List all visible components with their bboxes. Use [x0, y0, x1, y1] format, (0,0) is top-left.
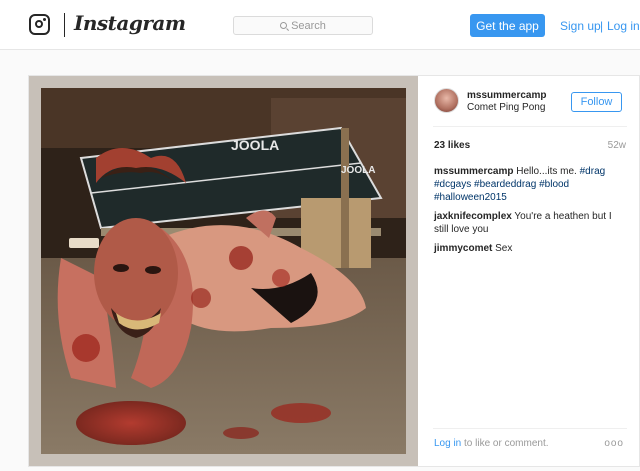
hashtag-link[interactable]: #drag: [580, 166, 606, 177]
hashtag-link[interactable]: #dcgays: [434, 179, 471, 190]
photo-illustration: JOOLA JOOLA: [41, 88, 406, 454]
instagram-camera-icon[interactable]: [29, 14, 50, 35]
comment-text: Sex: [495, 243, 513, 254]
caption-username[interactable]: mssummercamp: [434, 166, 513, 177]
follow-button[interactable]: Follow: [571, 92, 622, 112]
likes-count[interactable]: 23 likes: [434, 140, 470, 151]
post-sidebar: mssummercamp Comet Ping Pong Follow 23 l…: [419, 76, 640, 466]
joola-logo: JOOLA: [231, 137, 279, 153]
search-placeholder: Search: [291, 19, 326, 32]
comment: jimmycomet Sex: [434, 242, 626, 255]
caption-text: Hello...its me.: [516, 166, 577, 177]
post-author-username[interactable]: mssummercamp: [467, 90, 546, 101]
comment-username[interactable]: jaxknifecomplex: [434, 211, 512, 222]
search-icon: [280, 22, 288, 29]
sign-up-link[interactable]: Sign up: [560, 19, 601, 33]
comments-list: mssummercamp Hello...its me. #drag #dcga…: [434, 165, 626, 261]
top-navigation-bar: Instagram Search Get the app Sign up | L…: [0, 0, 640, 50]
more-options-icon[interactable]: ooo: [604, 438, 624, 449]
avatar[interactable]: [434, 88, 459, 113]
comment-username[interactable]: jimmycomet: [434, 243, 492, 254]
photo-frame: JOOLA JOOLA: [29, 76, 418, 466]
instagram-wordmark[interactable]: Instagram: [74, 11, 186, 35]
header-divider: [433, 126, 627, 127]
log-in-link[interactable]: Log in: [607, 19, 640, 33]
auth-separator: |: [600, 19, 604, 33]
hashtag-link[interactable]: #beardeddrag: [474, 179, 536, 190]
login-prompt-text: to like or comment.: [464, 438, 549, 449]
login-prompt: Log in to like or comment.: [434, 438, 549, 449]
post-photo[interactable]: JOOLA JOOLA: [41, 88, 406, 454]
post-age[interactable]: 52w: [608, 140, 626, 151]
footer-divider: [433, 428, 627, 429]
hashtag-link[interactable]: #halloween2015: [434, 192, 507, 203]
search-input[interactable]: Search: [233, 16, 373, 35]
login-to-comment-link[interactable]: Log in: [434, 438, 461, 449]
post-location[interactable]: Comet Ping Pong: [467, 102, 545, 113]
comment: jaxknifecomplex You're a heathen but I s…: [434, 210, 626, 236]
get-the-app-button[interactable]: Get the app: [470, 14, 545, 37]
caption: mssummercamp Hello...its me. #drag #dcga…: [434, 165, 626, 204]
logo-divider: [64, 13, 65, 37]
hashtag-link[interactable]: #blood: [539, 179, 569, 190]
joola-side-logo: JOOLA: [341, 165, 375, 176]
post-card: JOOLA JOOLA mssummercamp Comet Ping Pong…: [28, 75, 640, 467]
